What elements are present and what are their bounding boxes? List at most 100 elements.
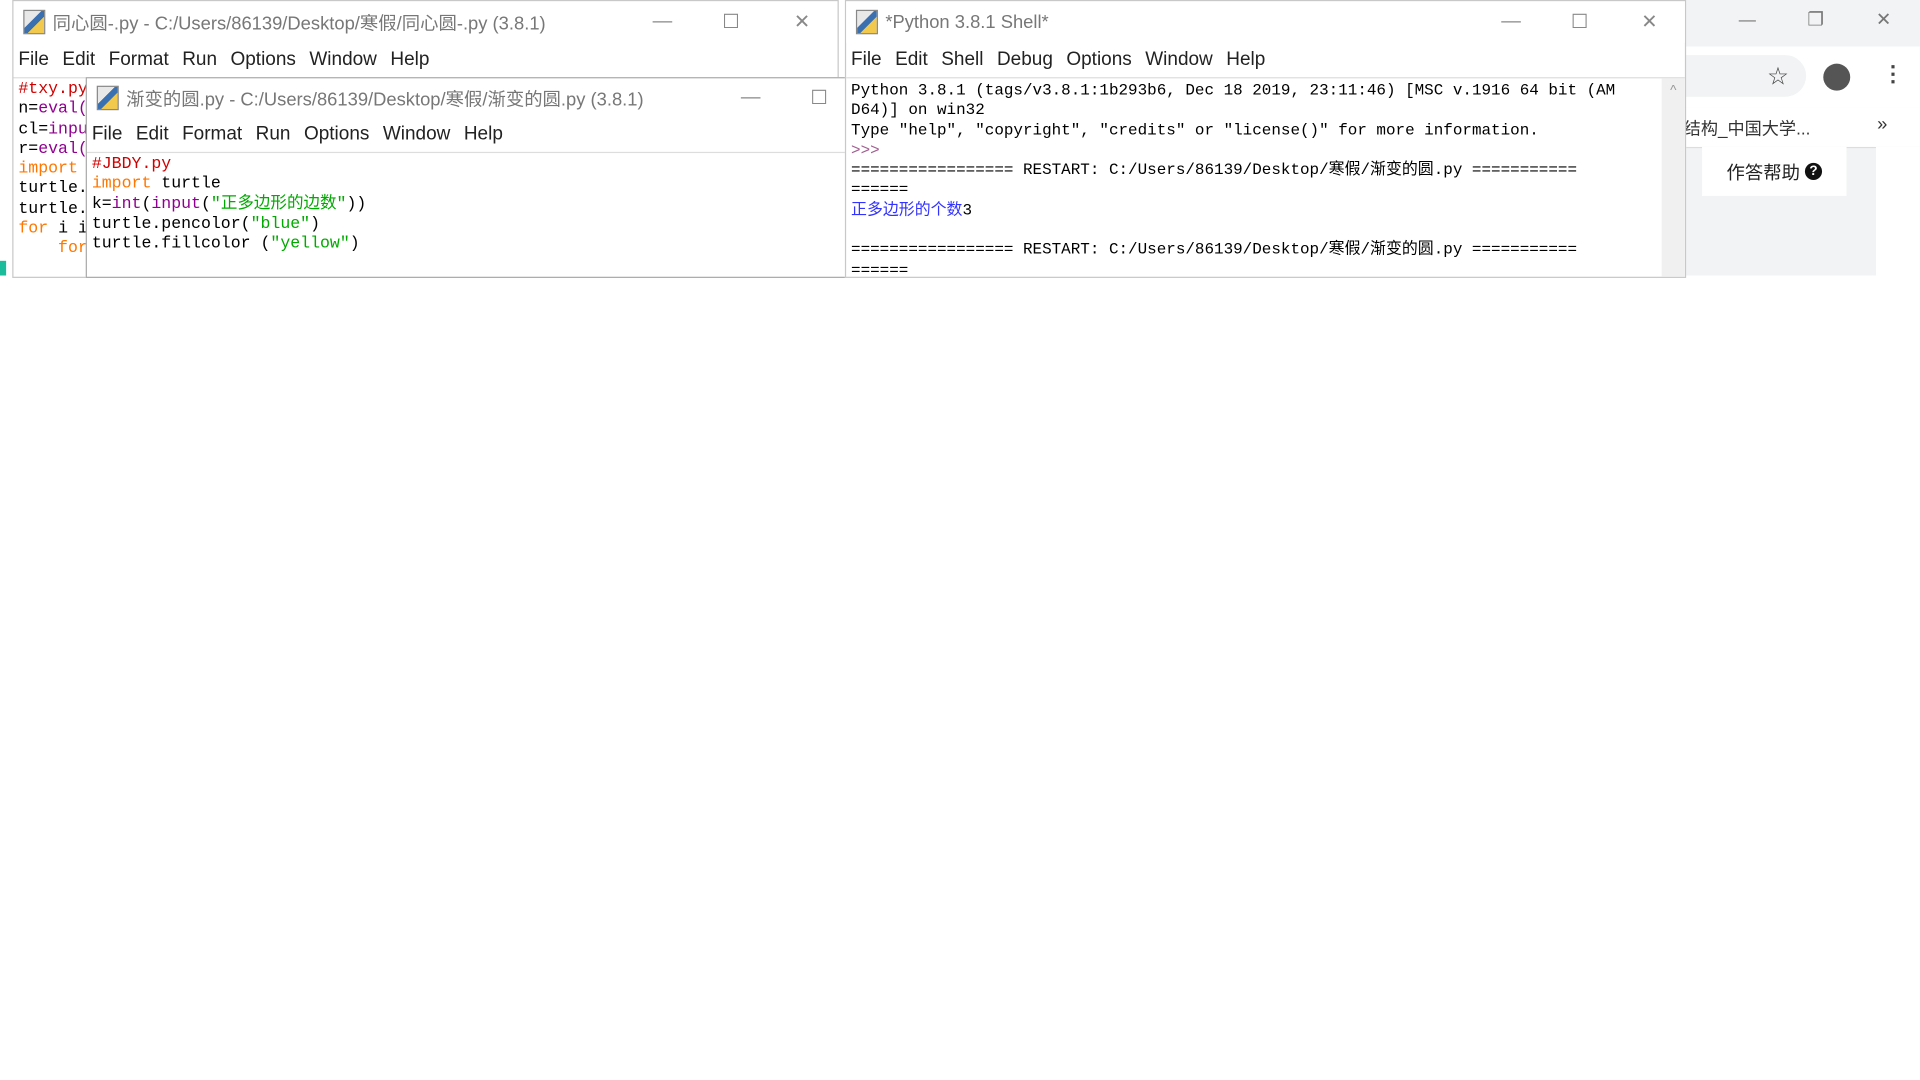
bookmark-item[interactable]: 结构_中国大学... bbox=[1684, 116, 1811, 140]
python-shell-window: *Python 3.8.1 Shell* — ☐ ✕ File Edit She… bbox=[844, 0, 1687, 278]
shell-output[interactable]: Python 3.8.1 (tags/v3.8.1:1b293b6, Dec 1… bbox=[846, 78, 1654, 278]
menu-bar: File Edit Format Run Options Window Help bbox=[13, 43, 838, 79]
maximize-button[interactable]: ☐ bbox=[785, 78, 846, 117]
code-token: ) bbox=[310, 215, 321, 234]
menu-options[interactable]: Options bbox=[230, 49, 295, 71]
window-title: *Python 3.8.1 Shell* bbox=[885, 11, 1049, 33]
taskbar-accent bbox=[0, 260, 7, 276]
browser-close-button[interactable]: ✕ bbox=[1876, 9, 1891, 31]
menu-format[interactable]: Format bbox=[182, 124, 242, 146]
idle-icon bbox=[96, 85, 119, 111]
browser-restore-button[interactable]: ❐ bbox=[1807, 9, 1823, 31]
window-title: 渐变的圆.py - C:/Users/86139/Desktop/寒假/渐变的圆… bbox=[126, 88, 644, 110]
browser-window: — ❐ ✕ ☆ ⋮ 结构_中国大学... » 作答帮助 ? bbox=[1683, 0, 1920, 276]
title-bar: 同心圆-.py - C:/Users/86139/Desktop/寒假/同心圆-… bbox=[13, 1, 838, 43]
bookmarks-more-button[interactable]: » bbox=[1877, 114, 1887, 135]
maximize-button[interactable]: ☐ bbox=[1545, 1, 1614, 43]
code-editor[interactable]: #JBDY.py import turtle k=int(input("正多边形的边… bbox=[87, 153, 846, 258]
account-icon[interactable] bbox=[1823, 63, 1851, 91]
menu-edit[interactable]: Edit bbox=[62, 49, 95, 71]
code-token: ) bbox=[349, 235, 360, 254]
minimize-button[interactable]: — bbox=[1477, 1, 1546, 43]
code-token: ( bbox=[141, 195, 152, 214]
code-token: "yellow" bbox=[270, 235, 350, 254]
menu-options[interactable]: Options bbox=[1066, 49, 1131, 71]
menu-format[interactable]: Format bbox=[109, 49, 169, 71]
close-button[interactable]: ✕ bbox=[1615, 1, 1684, 43]
shell-prompt: >>> bbox=[851, 140, 890, 160]
code-token: import bbox=[91, 175, 152, 194]
menu-edit[interactable]: Edit bbox=[136, 124, 169, 146]
browser-scrollbar[interactable] bbox=[1875, 146, 1920, 276]
browser-minimize-button[interactable]: — bbox=[1739, 10, 1756, 30]
code-token: r= bbox=[18, 140, 39, 160]
menu-help[interactable]: Help bbox=[1226, 49, 1265, 71]
code-token: ( bbox=[200, 195, 211, 214]
code-token: for bbox=[18, 240, 88, 259]
shell-line: ====== bbox=[851, 260, 909, 278]
code-token: "blue" bbox=[250, 215, 311, 234]
shell-line: ================= RESTART: C:/Users/8613… bbox=[851, 240, 1578, 259]
menu-edit[interactable]: Edit bbox=[895, 49, 928, 71]
menu-shell[interactable]: Shell bbox=[941, 49, 983, 71]
code-token: )) bbox=[346, 195, 367, 214]
shell-input-text: 3 bbox=[962, 200, 973, 219]
editor-window-jianbianyuan: 渐变的圆.py - C:/Users/86139/Desktop/寒假/渐变的圆… bbox=[85, 77, 848, 278]
code-token: n= bbox=[18, 100, 39, 120]
code-token: input bbox=[151, 195, 201, 214]
menu-bar: File Edit Shell Debug Options Window Hel… bbox=[846, 43, 1685, 79]
menu-debug[interactable]: Debug bbox=[997, 49, 1053, 71]
code-token: turtle. bbox=[18, 180, 88, 199]
code-token: "正多边形的边数" bbox=[210, 195, 347, 214]
vertical-scrollbar[interactable]: ^ bbox=[1661, 78, 1685, 277]
code-token: #JBDY.py bbox=[91, 155, 172, 174]
menu-options[interactable]: Options bbox=[304, 124, 369, 146]
shell-line: D64)] on win32 bbox=[851, 100, 985, 120]
shell-line: Type "help", "copyright", "credits" or "… bbox=[851, 120, 1539, 140]
idle-icon bbox=[855, 9, 878, 35]
code-token: i i bbox=[58, 220, 88, 239]
menu-file[interactable]: File bbox=[18, 49, 49, 71]
question-icon: ? bbox=[1804, 162, 1823, 181]
window-title: 同心圆-.py - C:/Users/86139/Desktop/寒假/同心圆-… bbox=[52, 12, 546, 34]
code-token: int bbox=[111, 195, 142, 214]
shell-line: Python 3.8.1 (tags/v3.8.1:1b293b6, Dec 1… bbox=[851, 80, 1616, 100]
code-token: turtle.pencolor( bbox=[91, 215, 251, 234]
menu-file[interactable]: File bbox=[851, 49, 882, 71]
menu-help[interactable]: Help bbox=[464, 124, 503, 146]
maximize-button[interactable]: ☐ bbox=[697, 1, 766, 43]
minimize-button[interactable]: — bbox=[716, 78, 785, 117]
code-token: turtle.fillcolor ( bbox=[91, 235, 271, 254]
shell-line: ====== bbox=[851, 180, 909, 199]
menu-run[interactable]: Run bbox=[182, 49, 217, 71]
browser-toolbar: ☆ ⋮ bbox=[1683, 46, 1920, 108]
code-token: eval( bbox=[38, 140, 88, 160]
scroll-up-icon[interactable]: ^ bbox=[1662, 83, 1685, 98]
menu-window[interactable]: Window bbox=[309, 49, 377, 71]
menu-window[interactable]: Window bbox=[383, 124, 451, 146]
code-token: turtle bbox=[151, 175, 221, 194]
shell-line: ================= RESTART: C:/Users/8613… bbox=[851, 160, 1578, 180]
menu-dots-icon[interactable]: ⋮ bbox=[1882, 61, 1904, 87]
menu-bar: File Edit Format Run Options Window Help bbox=[86, 118, 847, 154]
title-bar: *Python 3.8.1 Shell* — ☐ ✕ bbox=[846, 1, 1685, 43]
code-token: inpu bbox=[48, 120, 88, 140]
close-button[interactable]: ✕ bbox=[768, 1, 837, 43]
code-token: turtle. bbox=[18, 200, 88, 219]
star-icon[interactable]: ☆ bbox=[1767, 61, 1789, 92]
title-bar: 渐变的圆.py - C:/Users/86139/Desktop/寒假/渐变的圆… bbox=[86, 78, 847, 118]
minimize-button[interactable]: — bbox=[628, 1, 697, 43]
bookmarks-bar: 结构_中国大学... » bbox=[1683, 107, 1920, 149]
help-button[interactable]: 作答帮助 ? bbox=[1702, 146, 1847, 196]
menu-help[interactable]: Help bbox=[390, 49, 429, 71]
menu-file[interactable]: File bbox=[92, 124, 123, 146]
menu-window[interactable]: Window bbox=[1145, 49, 1213, 71]
menu-run[interactable]: Run bbox=[256, 124, 291, 146]
code-token: k= bbox=[91, 195, 112, 214]
code-token: cl= bbox=[18, 120, 49, 140]
code-token: eval( bbox=[38, 100, 88, 120]
shell-output-text: 正多边形的个数 bbox=[851, 200, 963, 219]
idle-icon bbox=[23, 9, 46, 35]
code-token: for bbox=[18, 220, 49, 239]
code-token: import bbox=[18, 160, 78, 180]
